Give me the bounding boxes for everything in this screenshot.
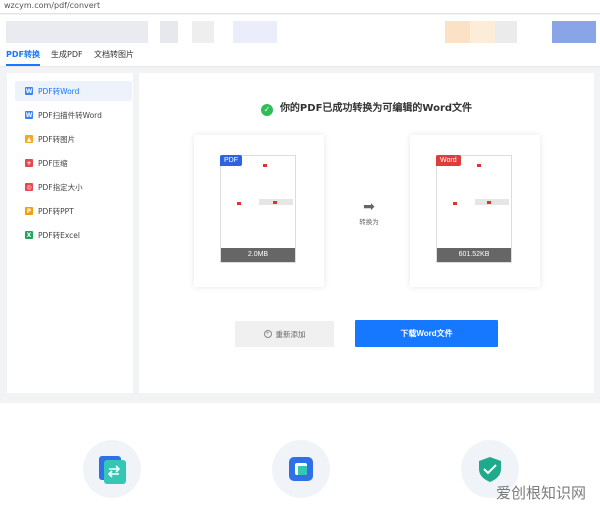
tab-doc-to-image[interactable]: 文档转图片 [94,49,134,60]
file-size-label: 601.52KB [437,248,511,262]
preview-mark [237,202,241,205]
sidebar-item-label: PDF转图片 [38,134,76,144]
readd-button[interactable]: + 重新添加 [235,321,334,347]
sidebar-item-label: PDF转Word [38,86,80,96]
readd-button-label: 重新添加 [275,329,306,339]
excel-icon: X [25,231,33,239]
site-watermark: 爱创根知识网 [495,484,586,502]
preview-mark [453,202,457,205]
sidebar-item-pdf-resize[interactable]: ◎ PDF指定大小 [15,177,132,197]
word-icon: W [25,111,33,119]
sidebar-item-label: PDF扫描件转Word [38,110,102,120]
sidebar-item-scan-to-word[interactable]: W PDF扫描件转Word [15,105,132,125]
shield-check-icon [479,457,501,482]
feature-fast [272,440,330,498]
sidebar-item-pdf-to-word[interactable]: W PDF转Word [15,81,132,101]
preview-mark [477,164,481,167]
source-file-card: PDF 2.0MB [194,135,324,287]
word-icon: W [25,87,33,95]
sidebar-item-pdf-to-ppt[interactable]: P PDF转PPT [15,201,132,221]
sidebar: W PDF转Word W PDF扫描件转Word ▲ PDF转图片 + PDF压… [7,73,133,393]
square-frame-icon [289,457,313,481]
file-convert-icon [99,456,126,484]
top-nav: PDF转换 生成PDF 文档转图片 [0,45,600,67]
feature-convert [83,440,141,498]
preview-mark [263,164,267,167]
tab-pdf-convert[interactable]: PDF转换 [6,49,40,66]
compress-icon: + [25,159,33,167]
sidebar-item-pdf-to-excel[interactable]: X PDF转Excel [15,225,132,245]
image-icon: ▲ [25,135,33,143]
arrow-right-icon: ➡ [363,199,375,215]
preview-mark [273,201,277,204]
address-bar[interactable]: wzcym.com/pdf/convert [0,0,600,14]
resize-icon: ◎ [25,183,33,191]
check-circle-icon: ✓ [260,104,273,116]
conversion-result-panel: ✓ 你的PDF已成功转换为可编辑的Word文件 PDF 2.0MB ➡ 转换为 W… [139,73,594,393]
plus-circle-icon: + [263,330,272,338]
tab-create-pdf[interactable]: 生成PDF [51,49,83,60]
sidebar-item-label: PDF压缩 [38,158,68,168]
preview-line [475,199,509,205]
word-document-preview: Word 601.52KB [436,155,512,263]
file-size-label: 2.0MB [221,248,295,262]
download-word-button[interactable]: 下载Word文件 [355,320,498,347]
url-text: wzcym.com/pdf/convert [4,1,101,10]
sidebar-item-label: PDF转PPT [38,206,74,216]
success-message: 你的PDF已成功转换为可编辑的Word文件 [279,103,473,114]
sidebar-item-label: PDF指定大小 [38,182,83,192]
sidebar-item-label: PDF转Excel [38,230,80,240]
pdf-document-preview: PDF 2.0MB [220,155,296,263]
preview-mark [487,201,491,204]
success-message-row: ✓ 你的PDF已成功转换为可编辑的Word文件 [139,99,594,116]
convert-to-label: 转换为 [359,218,379,226]
target-file-card: Word 601.52KB [410,135,540,287]
header-banner [0,15,600,45]
sidebar-item-pdf-compress[interactable]: + PDF压缩 [15,153,132,173]
sidebar-item-pdf-to-image[interactable]: ▲ PDF转图片 [15,129,132,149]
pdf-badge: PDF [220,155,242,166]
ppt-icon: P [25,207,33,215]
word-badge: Word [436,155,461,166]
